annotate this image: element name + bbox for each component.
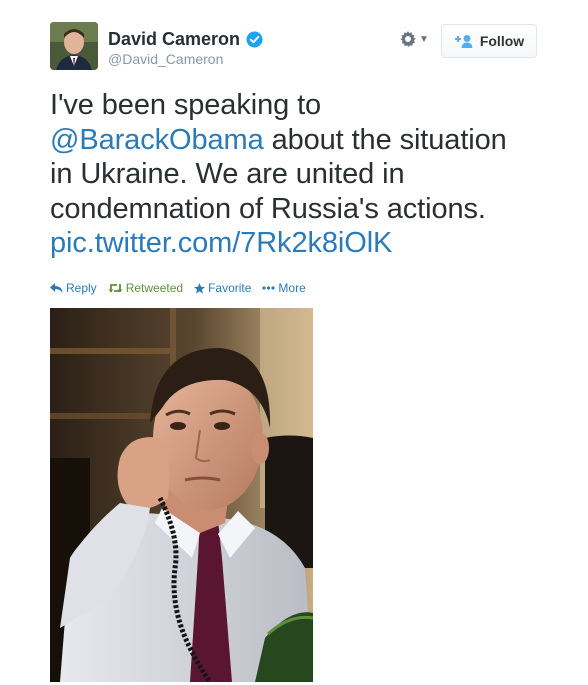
tweet-text-segment: condemnation of Russia's actions. [50, 192, 486, 225]
gear-icon [400, 31, 416, 47]
tweet-card: David Cameron @David_Cameron ▼ Follow I'… [0, 0, 588, 685]
more-action[interactable]: More [262, 281, 306, 295]
tweet-text-segment: in Ukraine. We are united in [50, 158, 405, 190]
reply-icon [50, 283, 63, 293]
verified-badge-icon [246, 31, 263, 48]
follow-label: Follow [479, 33, 525, 49]
chevron-down-icon: ▼ [419, 33, 429, 45]
user-actions-dropdown[interactable]: ▼ [400, 31, 429, 47]
reply-action[interactable]: Reply [50, 281, 97, 295]
tweet-actions: Reply Retweeted Favorite More [50, 281, 317, 295]
tweet-text-segment: I've been speaking to [50, 89, 322, 121]
avatar[interactable] [50, 22, 98, 70]
favorite-action[interactable]: Favorite [194, 281, 251, 295]
favorite-label: Favorite [208, 281, 252, 295]
tweet-text-line: I've been speaking to [50, 88, 560, 123]
more-label: More [278, 281, 306, 295]
author-handle[interactable]: @David_Cameron [108, 51, 223, 67]
retweet-action[interactable]: Retweeted [108, 281, 183, 295]
author-name-row: David Cameron [108, 29, 263, 50]
tweet-text-segment: about the situation [263, 123, 507, 156]
tweet-photo[interactable] [50, 308, 313, 682]
author-display-name[interactable]: David Cameron [108, 29, 240, 50]
tweet-text-line: pic.twitter.com/7Rk2k8iOlK [50, 226, 560, 261]
star-icon [194, 282, 206, 294]
follow-button[interactable]: Follow [441, 24, 537, 58]
mention-link[interactable]: @BarackObama [50, 124, 264, 156]
photo-link[interactable]: pic.twitter.com/7Rk2k8iOlK [50, 227, 392, 259]
tweet-text: I've been speaking to @BarackObama about… [50, 88, 560, 261]
retweet-icon [108, 283, 123, 293]
reply-label: Reply [66, 281, 97, 295]
ellipsis-icon [262, 286, 276, 290]
tweet-text-line: @BarackObama about the situation [50, 123, 560, 158]
tweet-text-line: in Ukraine. We are united in [50, 157, 560, 192]
retweet-label: Retweeted [125, 281, 184, 295]
tweet-text-line: condemnation of Russia's actions. [50, 192, 560, 227]
add-user-icon [454, 34, 474, 48]
